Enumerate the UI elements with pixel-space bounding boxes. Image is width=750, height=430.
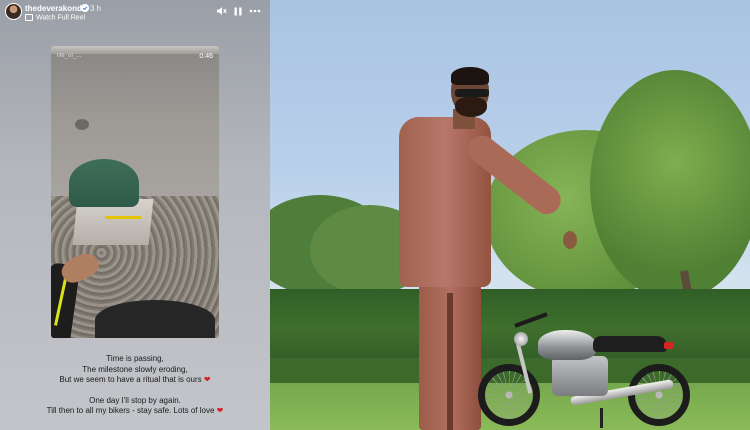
sunglasses [455,89,489,97]
mute-icon[interactable] [215,5,227,17]
milestone-top [69,159,139,207]
kickstand [600,408,603,428]
handlebar [514,312,548,328]
reel-timer: 0:46 [199,53,213,60]
verified-icon [81,4,89,12]
reel-watermark: life_of_... [57,53,82,59]
heart-icon: ❤ [216,406,224,415]
seat [593,336,667,352]
milestone-stripe [105,216,141,219]
caption-line: The milestone slowly eroding, [82,364,188,374]
reel-bike-tank [95,300,215,338]
caption-line: Time is passing, [106,354,164,363]
more-icon[interactable] [249,5,261,17]
post-time: 3 h [90,4,102,13]
motorcycle [478,312,708,430]
heart-icon: ❤ [203,375,211,384]
caption-line: Till then to all my bikers - stay safe. … [46,406,224,415]
rear-wheel [628,364,690,426]
headlamp [514,332,528,346]
man-hair [451,67,489,85]
engine [552,356,608,396]
taillight [664,342,674,349]
pause-icon[interactable] [232,5,244,17]
caption-line: One day I'll stop by again. [89,395,181,405]
caption-line: But we seem to have a ritual that is our… [59,375,211,384]
photo-panel [270,0,750,430]
milestone-stone [69,159,154,247]
story-caption: Time is passing, The milestone slowly er… [0,354,270,417]
instagram-story-panel: thedeverakonda 3 h Watch Full Reel life_… [0,0,270,430]
avatar[interactable] [5,3,22,20]
man-leg-gap [447,293,453,430]
reel-rock [75,119,89,130]
username[interactable]: thedeverakonda [25,4,86,13]
reel-preview[interactable]: life_of_... 0:46 [51,46,219,338]
tree [590,70,750,300]
story-header: thedeverakonda 3 h Watch Full Reel [0,0,270,24]
man-beard [455,97,487,117]
front-wheel [478,364,540,426]
fuel-tank [538,330,596,360]
watch-full-reel-label: Watch Full Reel [36,14,86,22]
man-hand [563,231,577,249]
reel-icon [25,14,33,21]
watch-full-reel-link[interactable]: Watch Full Reel [25,14,85,21]
